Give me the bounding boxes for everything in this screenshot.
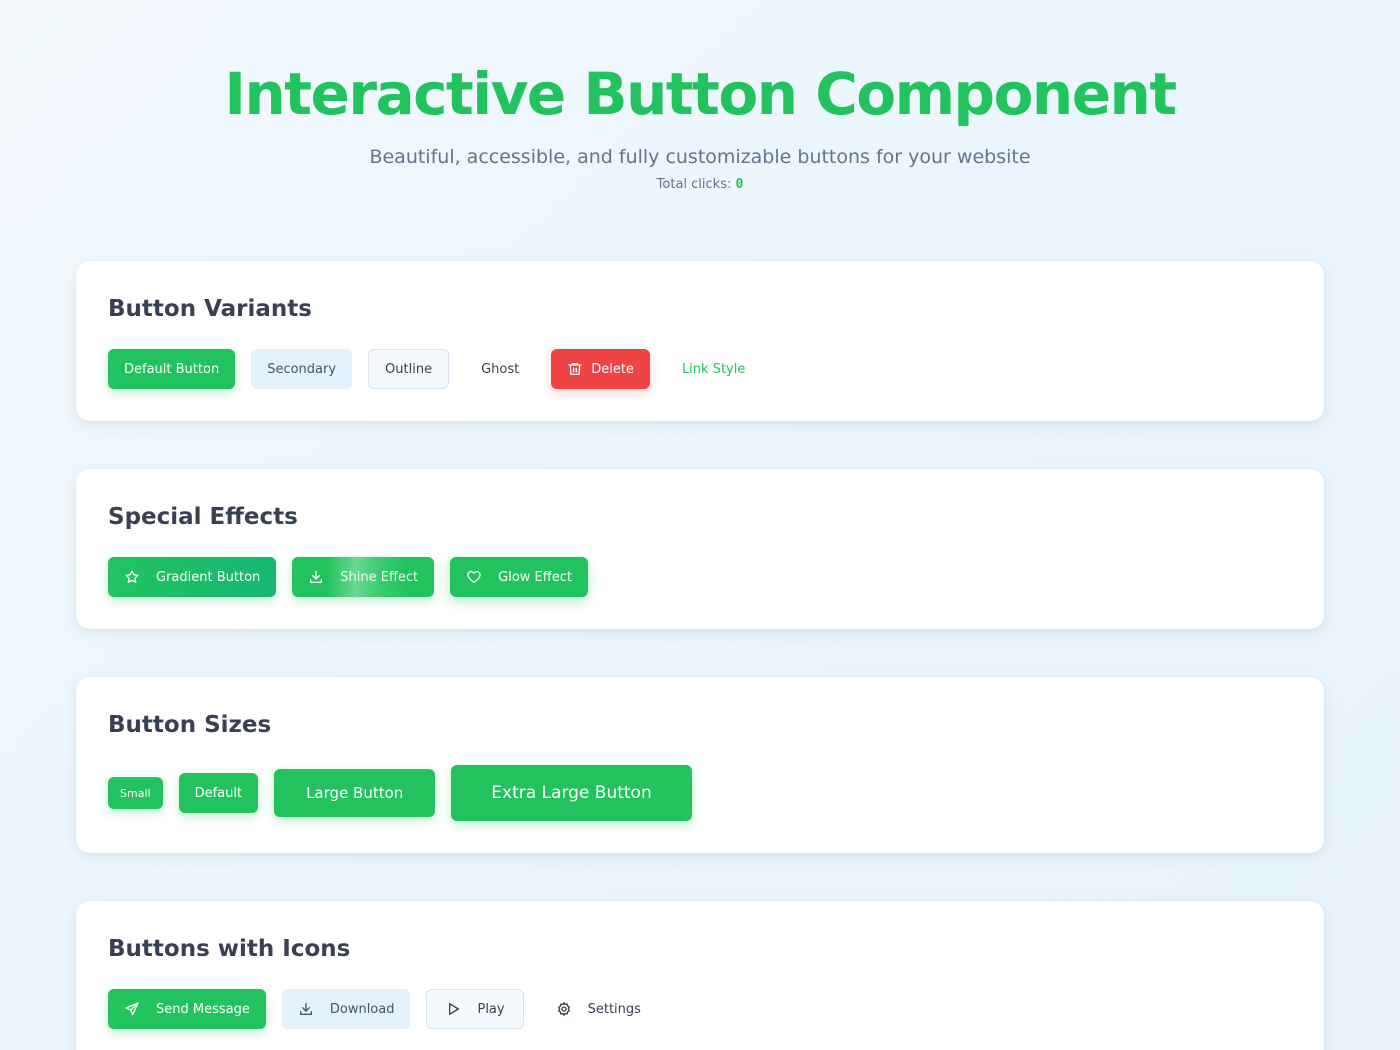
icons-card: Buttons with Icons Send Message Download… <box>76 901 1324 1050</box>
download-button-label: Download <box>329 1001 395 1017</box>
gradient-button[interactable]: Gradient Button <box>108 557 277 597</box>
page-header: Interactive Button Component Beautiful, … <box>0 0 1400 194</box>
effects-card: Special Effects Gradient Button Shine Ef… <box>76 469 1324 629</box>
download-icon <box>299 1003 312 1015</box>
icons-title: Buttons with Icons <box>108 936 351 962</box>
download-button[interactable]: Download <box>281 989 411 1029</box>
sizes-title: Button Sizes <box>108 712 272 738</box>
secondary-button[interactable]: Secondary <box>251 349 353 389</box>
effects-row: Gradient Button Shine Effect Glow Effect <box>108 557 1292 597</box>
play-button-label: Play <box>477 1001 505 1017</box>
send-message-label: Send Message <box>156 1001 250 1017</box>
click-counter-value: 0 <box>735 177 744 192</box>
extra-large-button[interactable]: Extra Large Button <box>451 765 692 821</box>
link-style-button[interactable]: Link Style <box>666 349 761 389</box>
variants-row: Default Button Secondary Outline Ghost D… <box>108 349 1292 389</box>
icons-row: Send Message Download Play Settings <box>108 989 1292 1029</box>
heart-icon <box>467 570 481 583</box>
click-counter-label: Total clicks: <box>656 177 732 192</box>
download-icon <box>310 571 323 583</box>
default-size-button[interactable]: Default <box>178 773 259 813</box>
shine-effect-label: Shine Effect <box>340 569 419 585</box>
large-button[interactable]: Large Button <box>274 769 436 817</box>
shine-effect-button[interactable]: Shine Effect <box>292 557 435 597</box>
send-message-button[interactable]: Send Message <box>108 989 266 1029</box>
glow-effect-label: Glow Effect <box>498 569 572 585</box>
sizes-card: Button Sizes Small Default Large Button … <box>76 677 1324 853</box>
delete-button-label: Delete <box>591 361 634 377</box>
page-subtitle: Beautiful, accessible, and fully customi… <box>369 146 1031 168</box>
click-counter: Total clicks: 0 <box>0 176 1400 194</box>
star-icon <box>125 570 139 583</box>
gradient-button-label: Gradient Button <box>156 569 261 585</box>
outline-button[interactable]: Outline <box>368 349 450 389</box>
delete-button[interactable]: Delete <box>551 349 650 389</box>
ghost-button[interactable]: Ghost <box>465 349 535 389</box>
variants-title: Button Variants <box>108 296 312 322</box>
settings-button-label: Settings <box>587 1001 641 1017</box>
small-button[interactable]: Small <box>108 777 163 809</box>
variants-card: Button Variants Default Button Secondary… <box>76 261 1324 421</box>
trash-icon <box>568 363 582 375</box>
play-icon <box>449 1003 460 1015</box>
glow-effect-button[interactable]: Glow Effect <box>450 557 588 597</box>
play-button[interactable]: Play <box>426 989 524 1029</box>
effects-title: Special Effects <box>108 504 298 530</box>
sizes-row: Small Default Large Button Extra Large B… <box>108 765 1292 821</box>
page-title: Interactive Button Component <box>224 60 1177 128</box>
gear-icon <box>557 1002 570 1016</box>
settings-button[interactable]: Settings <box>540 989 657 1029</box>
default-button[interactable]: Default Button <box>108 349 236 389</box>
send-icon <box>125 1002 139 1016</box>
